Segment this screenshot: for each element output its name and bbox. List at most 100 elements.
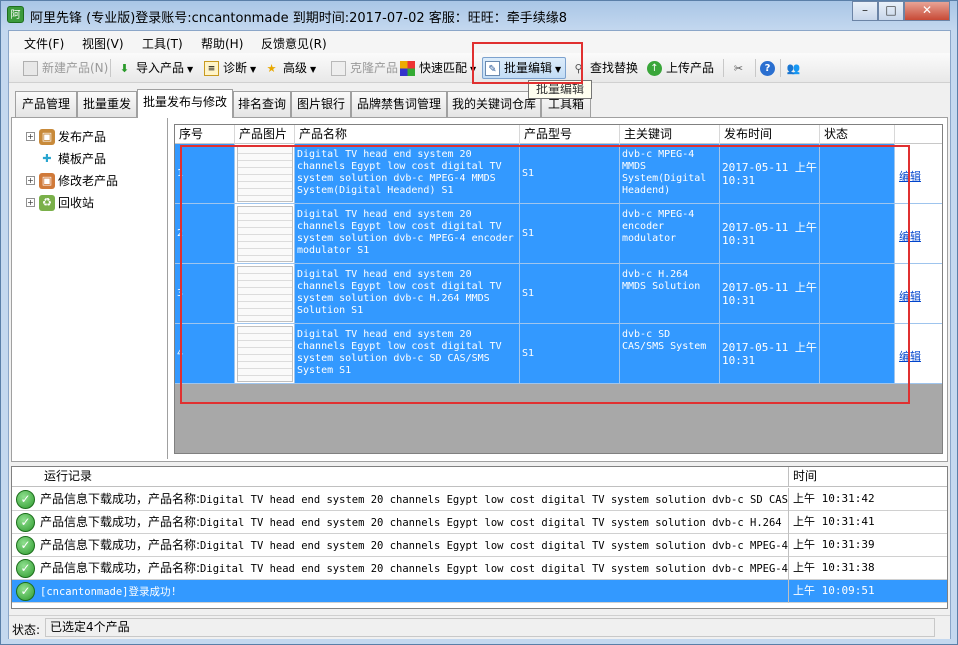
product-thumbnail-cell[interactable] xyxy=(235,144,295,204)
menu-tools[interactable]: 工具(T) xyxy=(142,35,183,52)
log-row[interactable]: ✓ 产品信息下载成功，产品名称:Digital TV head end syste… xyxy=(12,534,947,557)
clone-product-label: 克隆产品 xyxy=(350,61,399,75)
product-thumbnail-cell[interactable] xyxy=(235,264,295,324)
log-message-text: Digital TV head end system 20 channels E… xyxy=(200,563,788,575)
menu-view[interactable]: 视图(V) xyxy=(82,35,124,52)
tab-batch-republish[interactable]: 批量重发 xyxy=(77,91,137,117)
tree-item-recycle-bin[interactable]: + ♻ 回收站 xyxy=(26,194,94,212)
table-row[interactable]: 1 Digital TV head end system 20 channels … xyxy=(175,144,942,204)
tab-rank-query[interactable]: 排名查询 xyxy=(233,91,291,117)
cell-keyword[interactable]: dvb-c MPEG-4 MMDS System(Digital Headend… xyxy=(620,144,720,204)
quick-match-button[interactable]: 快速匹配 ▼ xyxy=(400,59,476,79)
import-product-button[interactable]: ⬇ 导入产品 ▼ xyxy=(117,59,193,79)
tab-brand-banned-words[interactable]: 品牌禁售词管理 xyxy=(351,91,447,117)
menu-file[interactable]: 文件(F) xyxy=(24,35,64,52)
batch-edit-tooltip: 批量编辑 xyxy=(528,80,592,99)
tab-image-bank[interactable]: 图片银行 xyxy=(291,91,351,117)
cell-time[interactable]: 2017-05-11 上午 10:31 xyxy=(720,264,820,324)
edit-link-cell[interactable]: 编辑 xyxy=(895,264,942,324)
col-header-model[interactable]: 产品型号 xyxy=(520,125,620,144)
expand-icon[interactable]: + xyxy=(26,198,35,207)
maximize-button[interactable]: □ xyxy=(878,1,904,21)
cell-no[interactable]: 3 xyxy=(175,264,235,324)
tree-item-publish-product[interactable]: + ▣ 发布产品 xyxy=(26,128,106,146)
menu-help[interactable]: 帮助(H) xyxy=(201,35,243,52)
minimize-button[interactable]: – xyxy=(852,1,878,21)
cell-status[interactable] xyxy=(820,144,895,204)
window-title: 阿里先锋 (专业版)登录账号:cncantonmade 到期时间:2017-07… xyxy=(30,11,568,26)
col-header-image[interactable]: 产品图片 xyxy=(235,125,295,144)
cell-status[interactable] xyxy=(820,264,895,324)
grid-icon xyxy=(400,61,415,76)
users-button[interactable]: 👥 xyxy=(786,59,802,79)
advanced-button[interactable]: ★ 高级 ▼ xyxy=(264,59,317,79)
main-panel: + ▣ 发布产品 ✚ 模板产品 + ▣ 修改老产品 + ♻ 回收站 序号 产品图片 产品名称 … xyxy=(11,117,948,462)
edit-link[interactable]: 编辑 xyxy=(897,350,921,363)
col-header-status[interactable]: 状态 xyxy=(820,125,895,144)
app-icon: 阿 xyxy=(7,6,24,23)
cell-status[interactable] xyxy=(820,204,895,264)
log-time: 上午 10:09:51 xyxy=(788,580,947,603)
help-button[interactable]: ? xyxy=(760,59,776,79)
table-row[interactable]: 3 Digital TV head end system 20 channels … xyxy=(175,264,942,324)
col-header-no[interactable]: 序号 xyxy=(175,125,235,144)
cell-no[interactable]: 1 xyxy=(175,144,235,204)
cell-name[interactable]: Digital TV head end system 20 channels E… xyxy=(295,264,520,324)
cell-time[interactable]: 2017-05-11 上午 10:31 xyxy=(720,144,820,204)
menu-feedback[interactable]: 反馈意见(R) xyxy=(261,35,327,52)
log-row[interactable]: ✓ 产品信息下载成功，产品名称:Digital TV head end syste… xyxy=(12,557,947,580)
clone-product-button[interactable]: 克隆产品 xyxy=(331,59,398,79)
find-replace-button[interactable]: ⚲ 查找替换 xyxy=(571,59,638,79)
cell-keyword[interactable]: dvb-c H.264 MMDS Solution xyxy=(620,264,720,324)
cell-time[interactable]: 2017-05-11 上午 10:31 xyxy=(720,324,820,384)
cell-no[interactable]: 4 xyxy=(175,324,235,384)
cell-name[interactable]: Digital TV head end system 20 channels E… xyxy=(295,144,520,204)
cell-keyword[interactable]: dvb-c MPEG-4 encoder modulator xyxy=(620,204,720,264)
success-check-icon: ✓ xyxy=(16,490,35,509)
cell-model[interactable]: S1 xyxy=(520,324,620,384)
toolbar-separator xyxy=(723,59,724,77)
batch-edit-button[interactable]: ✎ 批量编辑 ▼ xyxy=(482,57,567,79)
app-window: 阿 阿里先锋 (专业版)登录账号:cncantonmade 到期时间:2017-… xyxy=(0,0,958,645)
col-header-publish-time[interactable]: 发布时间 xyxy=(720,125,820,144)
edit-link-cell[interactable]: 编辑 xyxy=(895,144,942,204)
edit-link[interactable]: 编辑 xyxy=(897,290,921,303)
expand-icon[interactable]: + xyxy=(26,132,35,141)
cell-model[interactable]: S1 xyxy=(520,144,620,204)
col-header-keyword[interactable]: 主关键词 xyxy=(620,125,720,144)
edit-link[interactable]: 编辑 xyxy=(897,230,921,243)
log-row[interactable]: ✓ 产品信息下载成功，产品名称:Digital TV head end syste… xyxy=(12,488,947,511)
cell-keyword[interactable]: dvb-c SD CAS/SMS System xyxy=(620,324,720,384)
product-thumbnail-cell[interactable] xyxy=(235,324,295,384)
tree-item-template-product[interactable]: ✚ 模板产品 xyxy=(26,150,106,168)
tab-product-management[interactable]: 产品管理 xyxy=(15,91,77,117)
col-header-name[interactable]: 产品名称 xyxy=(295,125,520,144)
edit-link-cell[interactable]: 编辑 xyxy=(895,204,942,264)
new-product-button[interactable]: 新建产品(N) xyxy=(23,59,108,79)
log-row[interactable]: ✓ 产品信息下载成功，产品名称:Digital TV head end syste… xyxy=(12,511,947,534)
tab-keyword-warehouse[interactable]: 我的关键词仓库 xyxy=(447,91,541,117)
quick-match-label: 快速匹配 xyxy=(419,61,468,75)
cell-name[interactable]: Digital TV head end system 20 channels E… xyxy=(295,204,520,264)
table-row[interactable]: 4 Digital TV head end system 20 channels … xyxy=(175,324,942,384)
upload-product-button[interactable]: ↑ 上传产品 xyxy=(647,59,714,79)
cell-no[interactable]: 2 xyxy=(175,204,235,264)
cell-time[interactable]: 2017-05-11 上午 10:31 xyxy=(720,204,820,264)
log-row[interactable]: ✓ [cncantonmade]登录成功! 上午 10:09:51 xyxy=(12,580,947,603)
tab-batch-publish-modify[interactable]: 批量发布与修改 xyxy=(137,89,233,118)
cell-model[interactable]: S1 xyxy=(520,264,620,324)
cell-model[interactable]: S1 xyxy=(520,204,620,264)
edit-link[interactable]: 编辑 xyxy=(897,170,921,183)
table-row[interactable]: 2 Digital TV head end system 20 channels … xyxy=(175,204,942,264)
title-bar[interactable]: 阿 阿里先锋 (专业版)登录账号:cncantonmade 到期时间:2017-… xyxy=(1,1,957,29)
edit-link-cell[interactable]: 编辑 xyxy=(895,324,942,384)
diagnose-button[interactable]: ≡ 诊断 ▼ xyxy=(204,59,256,79)
close-button[interactable]: ✕ xyxy=(904,1,950,21)
product-thumbnail-cell[interactable] xyxy=(235,204,295,264)
cell-name[interactable]: Digital TV head end system 20 channels E… xyxy=(295,324,520,384)
tree-item-modify-old-product[interactable]: + ▣ 修改老产品 xyxy=(26,172,118,190)
tools-button[interactable]: ✂ xyxy=(731,59,747,79)
log-time: 上午 10:31:41 xyxy=(788,511,947,534)
expand-icon[interactable]: + xyxy=(26,176,35,185)
cell-status[interactable] xyxy=(820,324,895,384)
